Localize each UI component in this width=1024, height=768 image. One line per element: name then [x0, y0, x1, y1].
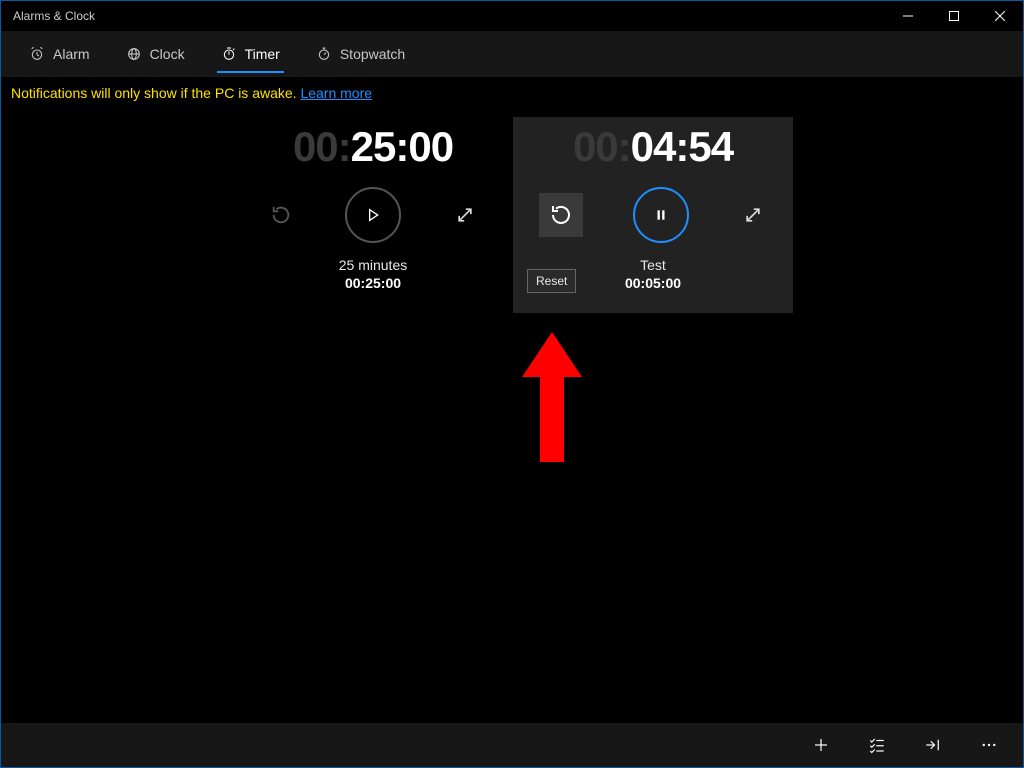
tab-stopwatch-label: Stopwatch — [340, 46, 405, 62]
pin-icon — [924, 736, 942, 754]
learn-more-link[interactable]: Learn more — [300, 85, 372, 101]
timer-1-main: 25:00 — [351, 123, 453, 170]
tab-timer-label: Timer — [245, 46, 280, 62]
expand-icon — [455, 205, 475, 225]
timer-2-reset-button[interactable] — [539, 193, 583, 237]
timer-1-reset-button[interactable] — [267, 201, 295, 229]
reset-tooltip: Reset — [527, 269, 576, 293]
timer-2-original: 00:05:00 — [625, 275, 681, 291]
timer-1-remaining: 00:25:00 — [293, 125, 453, 169]
notification-bar: Notifications will only show if the PC i… — [1, 77, 1023, 109]
minimize-icon — [903, 11, 913, 21]
timer-2-pause-button[interactable] — [633, 187, 689, 243]
timer-card-1[interactable]: 00:25:00 25 minutes 00:25:00 — [233, 117, 513, 313]
pin-button[interactable] — [905, 723, 961, 767]
plus-icon — [812, 736, 830, 754]
title-bar: Alarms & Clock — [1, 1, 1023, 31]
app-window: Alarms & Clock Alarm Clock — [0, 0, 1024, 768]
timer-2-prefix: 00: — [573, 123, 631, 170]
reset-icon — [549, 203, 573, 227]
select-timers-button[interactable] — [849, 723, 905, 767]
maximize-icon — [949, 11, 959, 21]
timer-1-play-button[interactable] — [345, 187, 401, 243]
nav-tabs: Alarm Clock Timer Stopwatch — [1, 31, 1023, 77]
tab-alarm[interactable]: Alarm — [11, 31, 108, 77]
add-timer-button[interactable] — [793, 723, 849, 767]
maximize-button[interactable] — [931, 1, 977, 31]
more-icon — [980, 736, 998, 754]
play-icon — [365, 207, 381, 223]
alarm-icon — [29, 46, 45, 62]
expand-icon — [743, 205, 763, 225]
close-icon — [995, 11, 1005, 21]
minimize-button[interactable] — [885, 1, 931, 31]
tab-stopwatch[interactable]: Stopwatch — [298, 31, 423, 77]
tab-clock-label: Clock — [150, 46, 185, 62]
pause-icon — [654, 208, 668, 222]
timer-1-original: 00:25:00 — [339, 275, 407, 291]
timers-area: 00:25:00 25 minutes 00:25:00 — [1, 109, 1023, 723]
annotation-arrow — [522, 332, 582, 462]
reset-icon — [270, 204, 292, 226]
timer-2-name: Test — [625, 257, 681, 273]
timer-icon — [221, 46, 237, 62]
timer-2-remaining: 00:04:54 — [573, 125, 733, 169]
clock-icon — [126, 46, 142, 62]
command-bar — [1, 723, 1023, 767]
tab-clock[interactable]: Clock — [108, 31, 203, 77]
timer-2-expand-button[interactable] — [739, 201, 767, 229]
timer-1-name: 25 minutes — [339, 257, 407, 273]
app-title: Alarms & Clock — [13, 9, 95, 23]
window-controls — [885, 1, 1023, 31]
stopwatch-icon — [316, 46, 332, 62]
more-button[interactable] — [961, 723, 1017, 767]
timer-1-expand-button[interactable] — [451, 201, 479, 229]
tab-alarm-label: Alarm — [53, 46, 90, 62]
timer-card-2[interactable]: 00:04:54 Test 00:05:00 — [513, 117, 793, 313]
tab-timer[interactable]: Timer — [203, 31, 298, 77]
timer-1-prefix: 00: — [293, 123, 351, 170]
checklist-icon — [868, 736, 886, 754]
timer-2-main: 04:54 — [631, 123, 733, 170]
notification-text: Notifications will only show if the PC i… — [11, 85, 300, 101]
close-button[interactable] — [977, 1, 1023, 31]
